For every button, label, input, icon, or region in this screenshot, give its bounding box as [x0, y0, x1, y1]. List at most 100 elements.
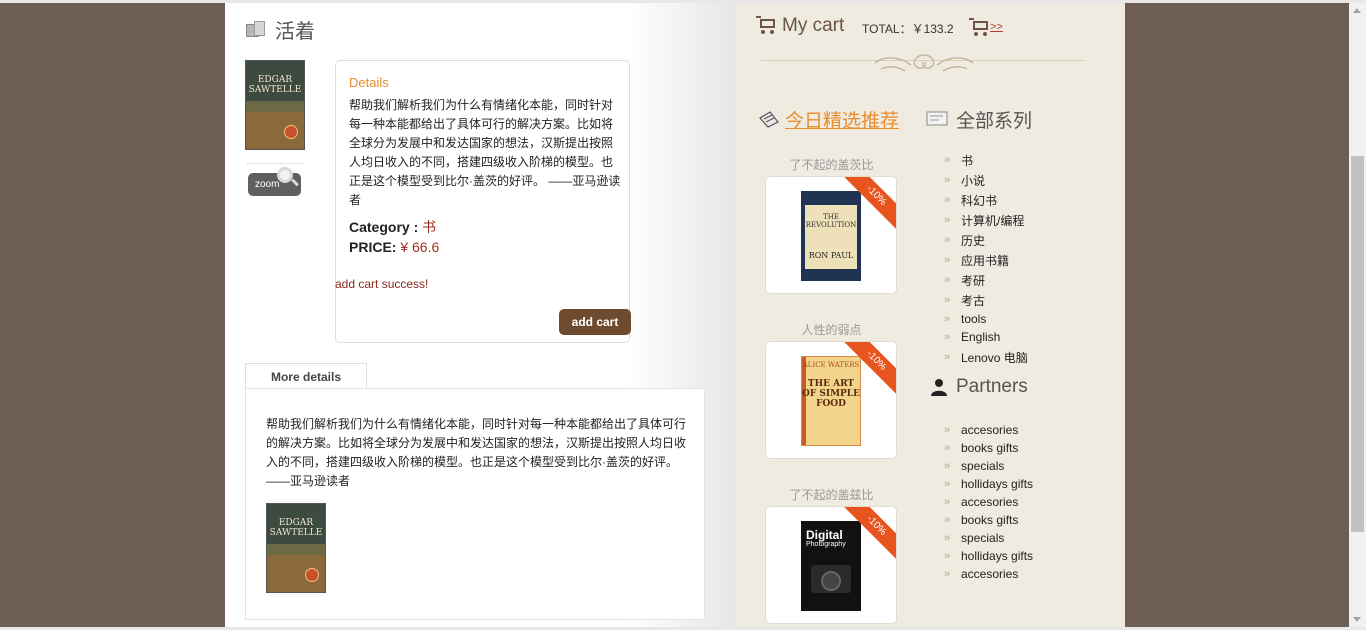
double-chevron-icon: » — [944, 294, 950, 306]
cart-link[interactable]: >> — [990, 21, 1003, 33]
magnifier-handle — [291, 178, 299, 187]
scrollbar-thumb[interactable] — [1351, 156, 1364, 532]
cart-icon — [756, 15, 778, 35]
partner-item[interactable]: » accesories — [944, 565, 1033, 583]
vertical-scrollbar[interactable] — [1349, 3, 1366, 627]
double-chevron-icon: » — [944, 460, 950, 472]
series-title: 全部系列 — [956, 111, 1033, 132]
zoom-button[interactable]: zoom — [248, 167, 301, 196]
sidebar: My cart TOTAL：￥133.2 >> 今日精选推荐 全部系列 了不起的… — [736, 3, 1125, 627]
zoom-divider — [247, 163, 303, 164]
double-chevron-icon: » — [944, 313, 950, 325]
series-item-label: English — [961, 330, 1001, 344]
series-item[interactable]: » English — [944, 328, 1028, 346]
series-item[interactable]: » tools — [944, 310, 1028, 328]
series-item[interactable]: » 考古 — [944, 290, 1028, 310]
series-item[interactable]: » 科幻书 — [944, 190, 1028, 210]
cart-total: TOTAL：￥133.2 — [862, 22, 954, 36]
scroll-down-arrow-icon[interactable] — [1353, 617, 1361, 622]
series-item-label: 小说 — [961, 173, 986, 188]
series-item-label: 计算机/编程 — [961, 213, 1025, 228]
recommend-card[interactable]: THE REVOLUTION RON PAUL -10% — [765, 176, 897, 294]
details-description: 帮助我们解析我们为什么有情绪化本能，同时针对每一种本能都给出了具体可行的解决方案… — [349, 98, 621, 207]
partner-item[interactable]: » hollidays gifts — [944, 475, 1033, 493]
double-chevron-icon: » — [944, 514, 950, 526]
book-cover-image: Digital Photography — [801, 521, 861, 611]
series-list: » 书 » 小说 » 科幻书 » 计算机/编程 » 历史 » 应用书籍 » 考研 » 考古 » t… — [944, 150, 1028, 368]
partner-item[interactable]: » accesories — [944, 421, 1033, 439]
scroll-up-arrow-icon[interactable] — [1353, 8, 1361, 13]
double-chevron-icon: » — [944, 331, 950, 343]
tag-icon — [759, 111, 779, 128]
double-chevron-icon: » — [944, 254, 950, 266]
series-item[interactable]: » 小说 — [944, 170, 1028, 190]
series-item[interactable]: » 书 — [944, 150, 1028, 170]
series-item-label: 书 — [961, 153, 974, 168]
series-item[interactable]: » 考研 — [944, 270, 1028, 290]
my-cart-title[interactable]: My cart — [782, 15, 844, 37]
double-chevron-icon: » — [944, 550, 950, 562]
series-item-label: 考研 — [961, 273, 986, 288]
tab-more-details[interactable]: More details — [245, 363, 367, 389]
series-item-label: 历史 — [961, 233, 986, 248]
person-icon — [931, 379, 947, 396]
partner-item[interactable]: » specials — [944, 457, 1033, 475]
partner-item-label: accesories — [961, 567, 1019, 581]
double-chevron-icon: » — [944, 568, 950, 580]
cover-badge-icon — [305, 568, 319, 582]
double-chevron-icon: » — [944, 154, 950, 166]
series-item-label: Lenovo 电脑 — [961, 350, 1028, 365]
series-item[interactable]: » 历史 — [944, 230, 1028, 250]
more-details-description: 帮助我们解析我们为什么有情绪化本能，同时针对每一种本能都给出了具体可行的解决方案… — [266, 417, 687, 488]
partner-item-label: hollidays gifts — [961, 549, 1034, 563]
box-icon — [245, 19, 267, 39]
book-cover-author: ALICE WATERS — [802, 361, 860, 369]
double-chevron-icon: » — [944, 274, 950, 286]
category-value[interactable]: 书 — [422, 219, 436, 235]
product-title: 活着 — [275, 20, 315, 43]
cover-badge-icon — [284, 125, 298, 139]
page-container: 活着 EDGAR SAWTELLE zoom Details 帮助我们解析我们为… — [225, 3, 1125, 627]
recommend-item-label[interactable]: 人性的弱点 — [766, 321, 897, 338]
double-chevron-icon: » — [944, 496, 950, 508]
recommend-card[interactable]: Digital Photography -10% — [765, 506, 897, 624]
recommend-title[interactable]: 今日精选推荐 — [785, 106, 899, 133]
price-row: PRICE: ¥ 66.6 — [349, 239, 439, 255]
partner-item[interactable]: » books gifts — [944, 511, 1033, 529]
partner-item-label: books gifts — [961, 513, 1019, 527]
details-box: Details 帮助我们解析我们为什么有情绪化本能，同时针对每一种本能都给出了具… — [335, 60, 631, 343]
category-row: Category : 书 — [349, 217, 436, 237]
product-cover-image[interactable]: EDGAR SAWTELLE — [245, 60, 305, 150]
double-chevron-icon: » — [944, 442, 950, 454]
add-cart-button[interactable]: add cart — [559, 309, 631, 335]
double-chevron-icon: » — [944, 214, 950, 226]
recommend-item-label[interactable]: 了不起的盖兹比 — [766, 486, 897, 503]
cover-title: EDGAR SAWTELLE — [269, 518, 323, 538]
partner-item-label: specials — [961, 459, 1005, 473]
partners-list: » accesories » books gifts » specials » holl… — [944, 421, 1033, 583]
book-cover-title: THE ART OF SIMPLE FOOD — [802, 379, 860, 409]
series-item[interactable]: » 应用书籍 — [944, 250, 1028, 270]
product-title-row: 活着 — [245, 17, 315, 43]
series-item-label: 科幻书 — [961, 193, 998, 208]
series-item[interactable]: » 计算机/编程 — [944, 210, 1028, 230]
partner-item[interactable]: » specials — [944, 529, 1033, 547]
cart-small-icon[interactable] — [969, 17, 991, 37]
partner-item-label: hollidays gifts — [961, 477, 1034, 491]
recommend-item-label[interactable]: 了不起的盖茨比 — [766, 156, 897, 173]
partner-item[interactable]: » books gifts — [944, 439, 1033, 457]
book-cover-subtitle: Photography — [806, 541, 846, 548]
partner-item[interactable]: » hollidays gifts — [944, 547, 1033, 565]
recommend-card[interactable]: ALICE WATERS THE ART OF SIMPLE FOOD -10% — [765, 341, 897, 459]
details-heading: Details — [349, 75, 389, 90]
double-chevron-icon: » — [944, 174, 950, 186]
more-details-panel: 帮助我们解析我们为什么有情绪化本能，同时针对每一种本能都给出了具体可行的解决方案… — [245, 388, 705, 620]
lens-icon — [821, 571, 841, 591]
price-label: PRICE: — [349, 239, 397, 255]
partner-item[interactable]: » accesories — [944, 493, 1033, 511]
partner-item-label: accesories — [961, 423, 1019, 437]
series-item[interactable]: » Lenovo 电脑 — [944, 346, 1028, 368]
double-chevron-icon: » — [944, 234, 950, 246]
double-chevron-icon: » — [944, 424, 950, 436]
double-chevron-icon: » — [944, 478, 950, 490]
